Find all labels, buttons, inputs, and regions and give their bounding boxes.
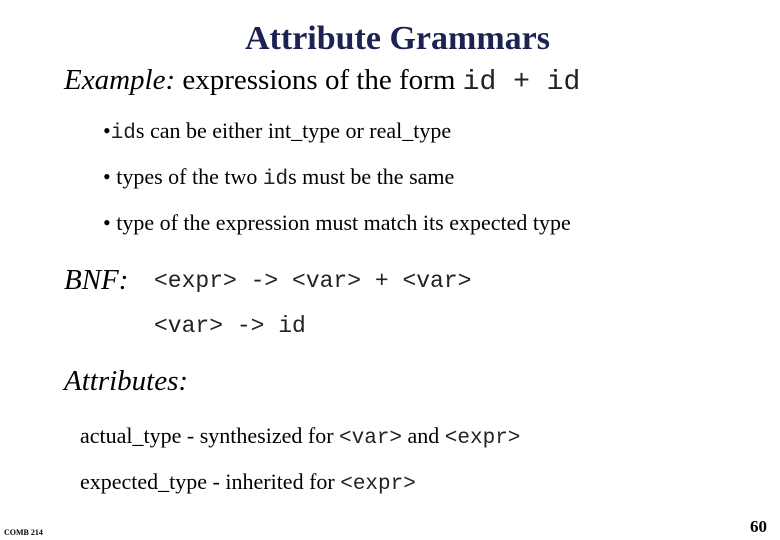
bullet-code: id xyxy=(262,168,289,191)
bullet-text: s must be the same xyxy=(288,164,455,189)
bullet-item: • type of the expression must match its … xyxy=(103,210,571,236)
bullet-text-before: types of the two xyxy=(110,164,263,189)
attribute-mid: and xyxy=(402,423,445,448)
bullet-item: •ids can be either int_type or real_type xyxy=(103,118,451,145)
attributes-label: Attributes: xyxy=(64,365,189,397)
bnf-rule: <expr> -> <var> + <var> xyxy=(154,268,472,294)
page-number: 60 xyxy=(750,517,767,536)
attribute-text: actual_type - synthesized for xyxy=(80,423,340,448)
bullet-item: • types of the two ids must be the same xyxy=(103,164,454,191)
attribute-text: expected_type - inherited for xyxy=(80,469,341,494)
example-label: Example: xyxy=(64,64,176,96)
bnf-rule: <var> -> id xyxy=(154,313,306,339)
attribute-code: <expr> xyxy=(444,427,521,450)
bullet-icon: • xyxy=(103,164,111,189)
bullet-text: type of the expression must match its ex… xyxy=(110,210,571,235)
bullet-icon: • xyxy=(103,210,111,235)
example-line: Example: expressions of the form id + id xyxy=(64,64,580,98)
slide-title: Attribute Grammars xyxy=(245,20,550,57)
attribute-item: expected_type - inherited for <expr> xyxy=(80,469,416,496)
attribute-item: actual_type - synthesized for <var> and … xyxy=(80,423,520,450)
bnf-label: BNF: xyxy=(64,264,129,296)
footer-course: COMB 214 xyxy=(4,528,43,537)
example-code: id + id xyxy=(462,67,581,98)
attribute-code: <var> xyxy=(339,427,403,450)
example-text: expressions of the form xyxy=(175,64,463,96)
attribute-code: <expr> xyxy=(340,473,416,496)
bullet-code: id xyxy=(110,122,136,145)
bullet-icon: • xyxy=(103,118,111,143)
bullet-text: s can be either int_type or real_type xyxy=(135,118,452,143)
